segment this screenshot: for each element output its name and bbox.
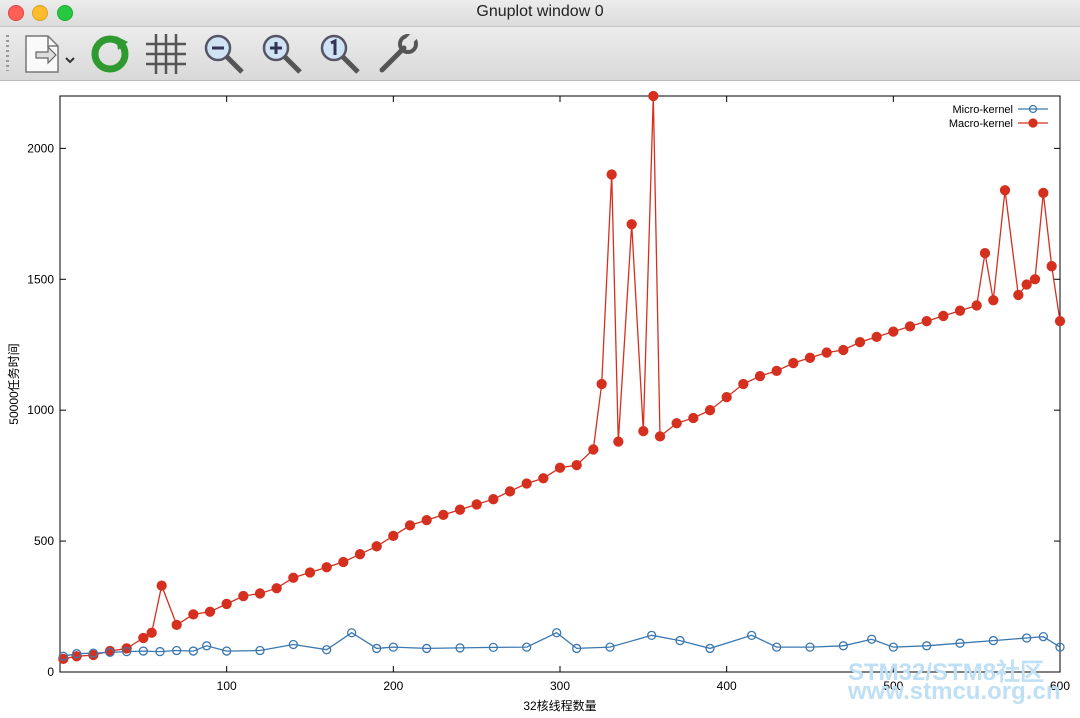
legend-label: Micro-kernel bbox=[952, 104, 1013, 116]
legend-marker bbox=[1028, 118, 1038, 128]
macro-kernel-point bbox=[156, 580, 167, 591]
y-tick-label: 2000 bbox=[27, 141, 54, 155]
macro-kernel-point bbox=[588, 444, 599, 455]
macro-kernel-point bbox=[596, 378, 607, 390]
macro-kernel-point bbox=[1029, 274, 1041, 285]
macro-kernel-point bbox=[421, 514, 432, 526]
legend-label: Macro-kernel bbox=[949, 118, 1013, 130]
macro-kernel-point bbox=[613, 436, 624, 447]
x-tick-label: 100 bbox=[217, 679, 237, 693]
macro-kernel-point bbox=[354, 549, 366, 560]
zoom-reset-icon[interactable] bbox=[318, 32, 362, 76]
macro-kernel-point bbox=[804, 352, 816, 363]
macro-kernel-point bbox=[404, 520, 416, 531]
legend: Micro-kernel Macro-kernel bbox=[949, 104, 1048, 130]
title-bar: Gnuplot window 0 bbox=[0, 0, 1080, 27]
macro-kernel-point bbox=[688, 412, 699, 424]
macro-kernel-point bbox=[571, 460, 582, 471]
y-tick-label: 1000 bbox=[27, 403, 54, 417]
macro-kernel-point bbox=[146, 627, 157, 638]
macro-kernel-point bbox=[438, 509, 449, 521]
macro-kernel-point bbox=[138, 632, 149, 644]
macro-kernel-point bbox=[454, 504, 466, 515]
zoom-out-icon[interactable] bbox=[202, 32, 246, 76]
macro-kernel-point bbox=[488, 494, 499, 505]
y-tick-label: 1500 bbox=[27, 272, 54, 286]
macro-kernel-point bbox=[304, 567, 316, 578]
macro-kernel-point bbox=[999, 185, 1011, 196]
toolbar bbox=[0, 27, 1080, 81]
macro-kernel-point bbox=[204, 606, 216, 617]
macro-kernel-point bbox=[988, 295, 999, 306]
macro-kernel-point bbox=[954, 305, 966, 316]
plot-area: 0 500 1000 1500 2000 100 200 300 400 500 600 5000… bbox=[0, 81, 1080, 713]
macro-kernel-point bbox=[554, 462, 566, 473]
macro-kernel-point bbox=[721, 391, 732, 403]
macro-kernel-point bbox=[321, 562, 332, 573]
x-tick-label: 400 bbox=[717, 679, 737, 693]
macro-kernel-point bbox=[771, 365, 782, 377]
export-icon[interactable] bbox=[24, 32, 76, 76]
toolbar-grip bbox=[6, 35, 9, 71]
macro-kernel-point bbox=[504, 486, 516, 497]
macro-kernel-point bbox=[221, 598, 232, 610]
macro-kernel-point bbox=[1046, 261, 1057, 272]
plot-frame bbox=[59, 95, 1061, 673]
x-axis-label: 32核线程数量 bbox=[523, 698, 596, 713]
replot-icon[interactable] bbox=[88, 32, 132, 76]
macro-kernel-point bbox=[871, 331, 882, 343]
macro-kernel-point bbox=[238, 590, 249, 602]
macro-kernel-point bbox=[188, 609, 199, 620]
y-tick-label: 0 bbox=[47, 665, 54, 679]
macro-kernel-point bbox=[854, 336, 866, 348]
macro-kernel-point bbox=[971, 300, 982, 311]
macro-kernel-point bbox=[388, 530, 399, 542]
macro-kernel-point bbox=[904, 321, 916, 332]
grid-icon[interactable] bbox=[144, 32, 188, 76]
macro-kernel-point bbox=[1038, 187, 1049, 199]
macro-kernel-point bbox=[888, 326, 899, 337]
macro-kernel-point bbox=[838, 344, 849, 356]
x-tick-label: 200 bbox=[383, 679, 403, 693]
macro-kernel-point bbox=[704, 405, 716, 416]
macro-kernel-point bbox=[654, 431, 666, 442]
macro-kernel-point bbox=[754, 370, 766, 382]
macro-kernel-point bbox=[1054, 316, 1066, 327]
y-axis-label: 50000任务时间 bbox=[6, 343, 21, 424]
macro-kernel-point bbox=[271, 583, 282, 594]
macro-kernel-point bbox=[648, 90, 659, 102]
macro-kernel-point bbox=[538, 473, 549, 484]
macro-kernel-point bbox=[171, 619, 182, 631]
macro-kernel-point bbox=[921, 316, 932, 327]
macro-kernel-point bbox=[606, 169, 617, 180]
y-tick-label: 500 bbox=[34, 534, 54, 548]
watermark-line2: www.stmcu.org.cn bbox=[848, 678, 1061, 705]
macro-kernel-series-line bbox=[63, 95, 1061, 660]
macro-kernel-point bbox=[738, 378, 749, 390]
macro-kernel-point bbox=[821, 347, 832, 358]
macro-kernel-point bbox=[626, 219, 637, 230]
macro-kernel-point bbox=[471, 499, 482, 510]
macro-kernel-point bbox=[671, 418, 682, 429]
macro-kernel-point bbox=[938, 310, 949, 322]
zoom-in-icon[interactable] bbox=[260, 32, 304, 76]
x-tick-label: 300 bbox=[550, 679, 570, 693]
macro-kernel-point bbox=[788, 357, 799, 369]
macro-kernel-point bbox=[288, 572, 299, 583]
settings-icon[interactable] bbox=[376, 32, 420, 76]
macro-kernel-point bbox=[521, 478, 532, 489]
macro-kernel-point bbox=[371, 541, 382, 552]
window-title: Gnuplot window 0 bbox=[476, 3, 604, 20]
macro-kernel-point bbox=[1021, 279, 1032, 290]
chart: 0500100015002000 100 200 300 400 500 600 5000… bbox=[6, 90, 1070, 713]
macro-kernel-point bbox=[254, 588, 266, 599]
macro-kernel-point bbox=[638, 425, 649, 437]
macro-kernel-point bbox=[338, 556, 349, 568]
macro-kernel-point bbox=[1013, 289, 1024, 301]
macro-kernel-point bbox=[979, 247, 991, 259]
